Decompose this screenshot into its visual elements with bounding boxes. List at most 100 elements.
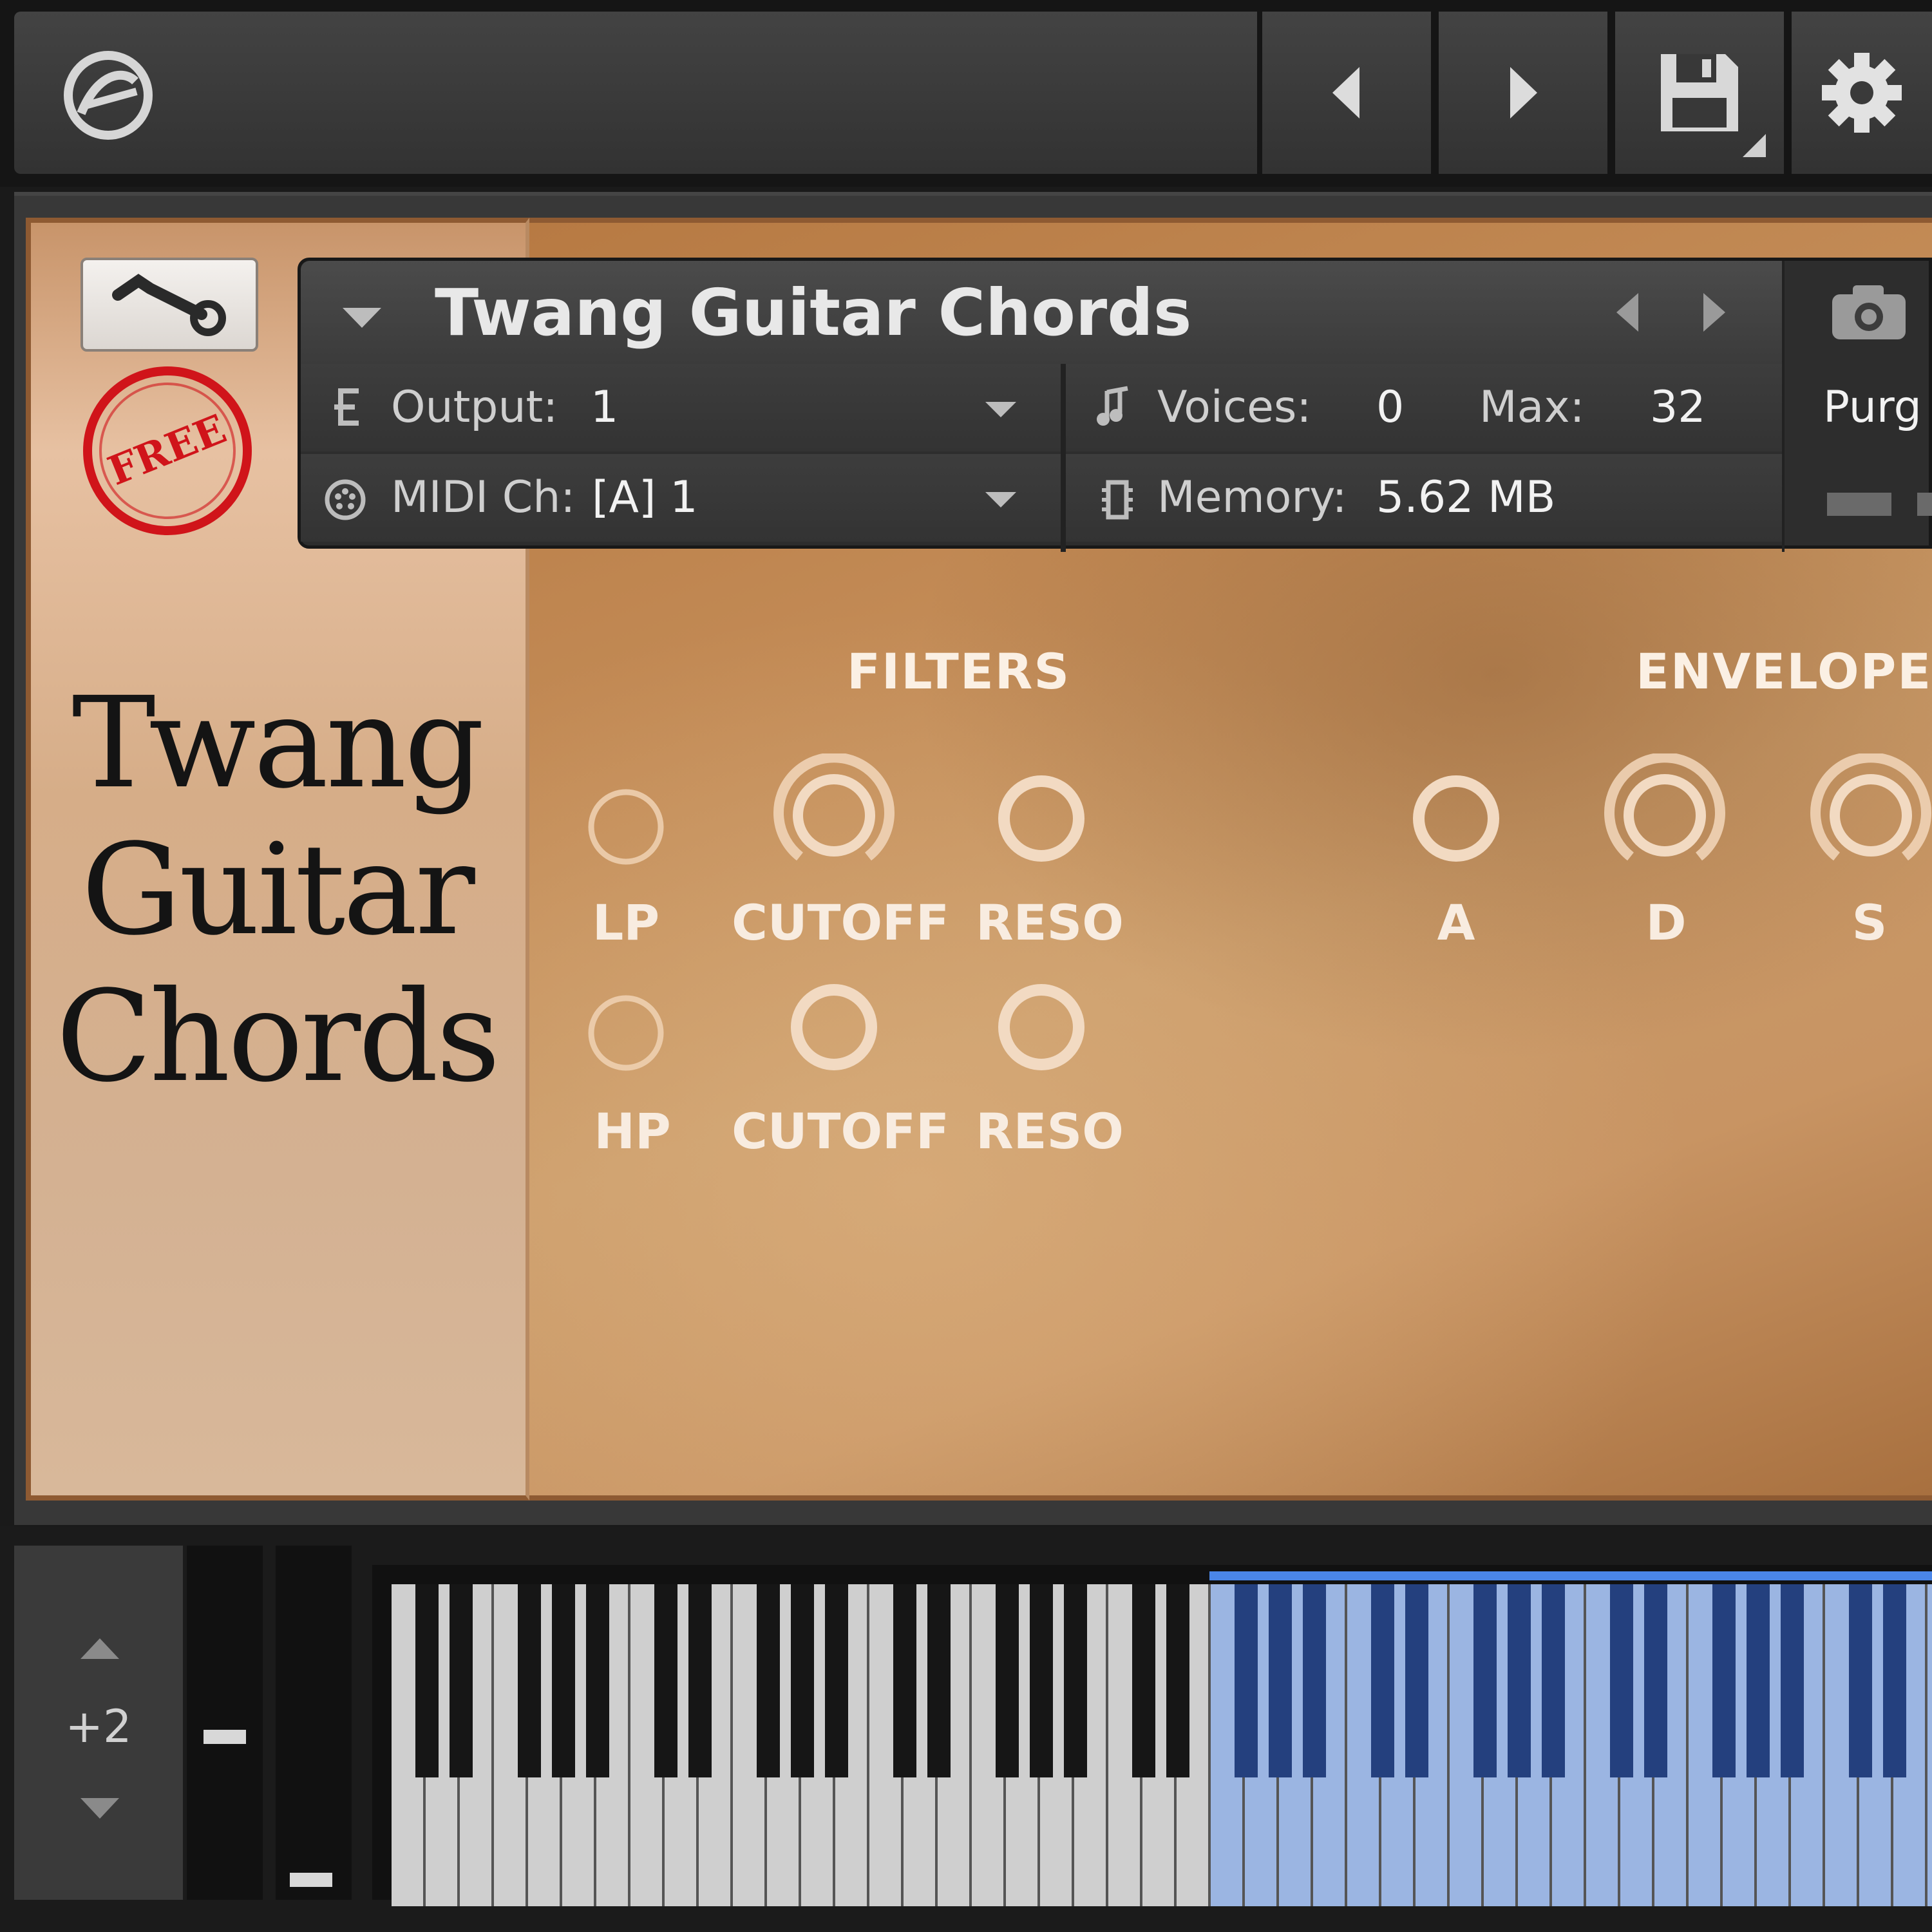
instrument-name[interactable]: Twang Guitar Chords [435,275,1191,350]
hp-button[interactable] [586,993,666,1073]
black-key[interactable] [1781,1584,1804,1777]
attack-knob[interactable] [1408,770,1504,867]
cutoff-label: CUTOFF [732,1103,949,1160]
output-icon [334,388,359,426]
lp-reso-knob[interactable] [993,770,1090,867]
brand-title-line: Twang [71,670,485,816]
decay-label: D [1645,894,1687,951]
midi-icon [325,479,366,520]
black-key[interactable] [688,1584,712,1777]
hp-label: HP [594,1103,671,1160]
chevron-down-icon[interactable] [983,400,1018,419]
prev-button[interactable] [1262,12,1431,174]
sustain-knob[interactable] [1803,753,1932,869]
camera-icon[interactable] [1827,280,1911,345]
brand-title-line: Guitar [81,817,475,963]
purge-button[interactable]: Purg [1823,382,1922,433]
lp-cutoff-knob[interactable] [766,753,902,869]
black-key[interactable] [586,1584,609,1777]
filters-title: FILTERS [847,643,1071,700]
settings-button[interactable] [1792,12,1932,174]
lp-button[interactable] [586,787,666,867]
free-stamp-text: FREE [102,405,233,495]
black-key[interactable] [1371,1584,1394,1777]
output-value[interactable]: 1 [591,382,618,433]
black-key[interactable] [654,1584,677,1777]
key-range-strip [1209,1571,1932,1580]
hp-reso-knob[interactable] [993,979,1090,1075]
black-key[interactable] [450,1584,473,1777]
black-key[interactable] [1644,1584,1667,1777]
black-key[interactable] [1030,1584,1053,1777]
black-key[interactable] [825,1584,848,1777]
toolbar-bar [14,12,1257,174]
lp-label: LP [592,894,660,951]
envelope-title: ENVELOPE [1636,643,1932,700]
memory-label: Memory: [1157,472,1347,523]
triangle-right-icon [1510,67,1537,118]
black-key[interactable] [1747,1584,1770,1777]
white-key[interactable] [1927,1584,1932,1906]
pitch-wheel-marker [204,1730,246,1744]
mod-wheel-marker [290,1873,332,1887]
black-key[interactable] [1610,1584,1633,1777]
reso-label: RESO [976,894,1124,951]
edit-button[interactable] [80,258,258,352]
free-stamp: FREE [83,366,252,535]
midi-value[interactable]: [A] 1 [592,472,697,523]
black-key[interactable] [415,1584,439,1777]
hp-cutoff-knob[interactable] [786,979,882,1075]
octave-up-icon[interactable] [77,1636,122,1662]
instrument-header: Twang Guitar Chords Output: 1 MIDI Ch: [… [298,258,1932,552]
preset-prev-icon[interactable] [1611,290,1643,335]
black-key[interactable] [1064,1584,1087,1777]
mod-wheel[interactable] [276,1546,352,1900]
black-key[interactable] [552,1584,575,1777]
chevron-down-icon[interactable] [339,305,384,330]
preset-next-icon[interactable] [1698,290,1730,335]
gear-icon [1822,53,1902,133]
brand-title: Twang Guitar Chords [39,670,515,1110]
max-voices-value[interactable]: 32 [1650,382,1706,433]
triangle-left-icon [1332,67,1359,118]
black-key[interactable] [1166,1584,1189,1777]
black-key[interactable] [1508,1584,1531,1777]
octave-down-icon[interactable] [77,1795,122,1821]
voices-label: Voices: [1157,382,1312,433]
black-key[interactable] [1235,1584,1258,1777]
black-key[interactable] [927,1584,951,1777]
wrench-icon [112,274,226,336]
sustain-label: S [1852,894,1888,951]
black-key[interactable] [518,1584,541,1777]
chevron-down-icon[interactable] [983,490,1018,509]
voices-icon [1097,386,1128,426]
pitch-wheel[interactable] [187,1546,263,1900]
black-key[interactable] [791,1584,814,1777]
black-key[interactable] [1405,1584,1428,1777]
black-key[interactable] [1132,1584,1155,1777]
black-key[interactable] [893,1584,916,1777]
purge-meter [1827,493,1891,516]
logo-icon[interactable] [59,46,157,144]
attack-label: A [1437,894,1475,951]
header-divider [1061,364,1066,552]
reso-label: RESO [976,1103,1124,1160]
black-key[interactable] [1303,1584,1326,1777]
octave-value: +2 [65,1700,132,1753]
black-key[interactable] [1269,1584,1292,1777]
voices-value: 0 [1376,382,1405,433]
output-label: Output: [391,382,558,433]
save-icon [1661,54,1738,131]
black-key[interactable] [757,1584,780,1777]
corner-triangle-icon [1743,134,1766,157]
save-button[interactable] [1615,12,1784,174]
black-key[interactable] [996,1584,1019,1777]
piano-keyboard[interactable] [372,1565,1932,1906]
black-key[interactable] [1542,1584,1565,1777]
black-key[interactable] [1473,1584,1497,1777]
black-key[interactable] [1712,1584,1736,1777]
black-key[interactable] [1883,1584,1906,1777]
decay-knob[interactable] [1597,753,1732,869]
next-button[interactable] [1439,12,1607,174]
black-key[interactable] [1849,1584,1872,1777]
